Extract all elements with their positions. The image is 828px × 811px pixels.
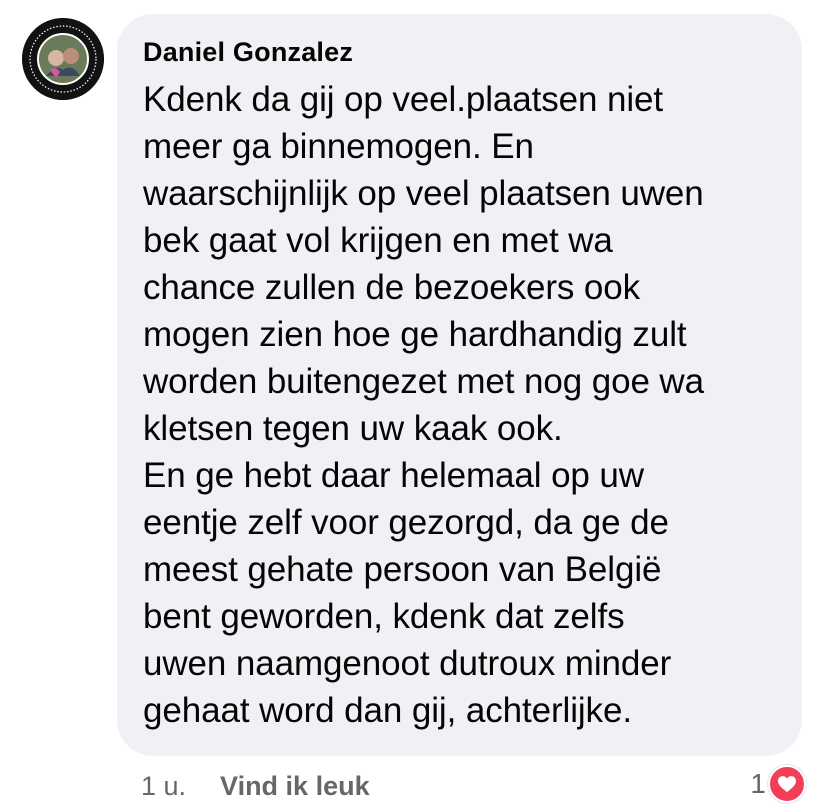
reaction-count: 1: [750, 768, 766, 799]
comment-actions: 1 u. Vind ik leuk: [141, 766, 370, 806]
comment-line: En ge hebt daar helemaal op uw: [143, 456, 644, 495]
comment-line: gehaat word dan gij, achterlijke.: [143, 691, 632, 730]
comment-line: meer ga binnemogen. En: [143, 127, 534, 166]
comment-line: chance zullen de bezoekers ook: [143, 268, 641, 307]
comment-line: waarschijnlijk op veel plaatsen uwen: [143, 174, 704, 213]
comment-text: Kdenk da gij op veel.plaatsen niet meer …: [143, 76, 778, 734]
comment-line: mogen zien hoe ge hardhandig zult: [143, 315, 687, 354]
heart-icon: [768, 765, 806, 803]
like-button[interactable]: Vind ik leuk: [220, 771, 370, 802]
avatar-badge-image: [22, 18, 104, 100]
comment-bubble: Daniel Gonzalez Kdenk da gij op veel.pla…: [117, 14, 802, 756]
comment-line: bek gaat vol krijgen en met wa: [143, 221, 613, 260]
comment-line: eentje zelf voor gezorgd, da ge de: [143, 503, 669, 542]
comment-line: bent geworden, kdenk dat zelfs: [143, 597, 625, 636]
comment-line: Kdenk da gij op veel.plaatsen niet: [143, 80, 664, 119]
comment-author-name[interactable]: Daniel Gonzalez: [143, 36, 778, 68]
comment-line: uwen naamgenoot dutroux minder: [143, 644, 672, 683]
reaction-summary[interactable]: 1: [750, 764, 806, 804]
comment-timestamp[interactable]: 1 u.: [141, 771, 186, 802]
comment-line: worden buitengezet met nog goe wa: [143, 362, 704, 401]
avatar[interactable]: [22, 18, 104, 100]
comment-line: meest gehate persoon van België: [143, 550, 662, 589]
comment-line: kletsen tegen uw kaak ook.: [143, 409, 563, 448]
